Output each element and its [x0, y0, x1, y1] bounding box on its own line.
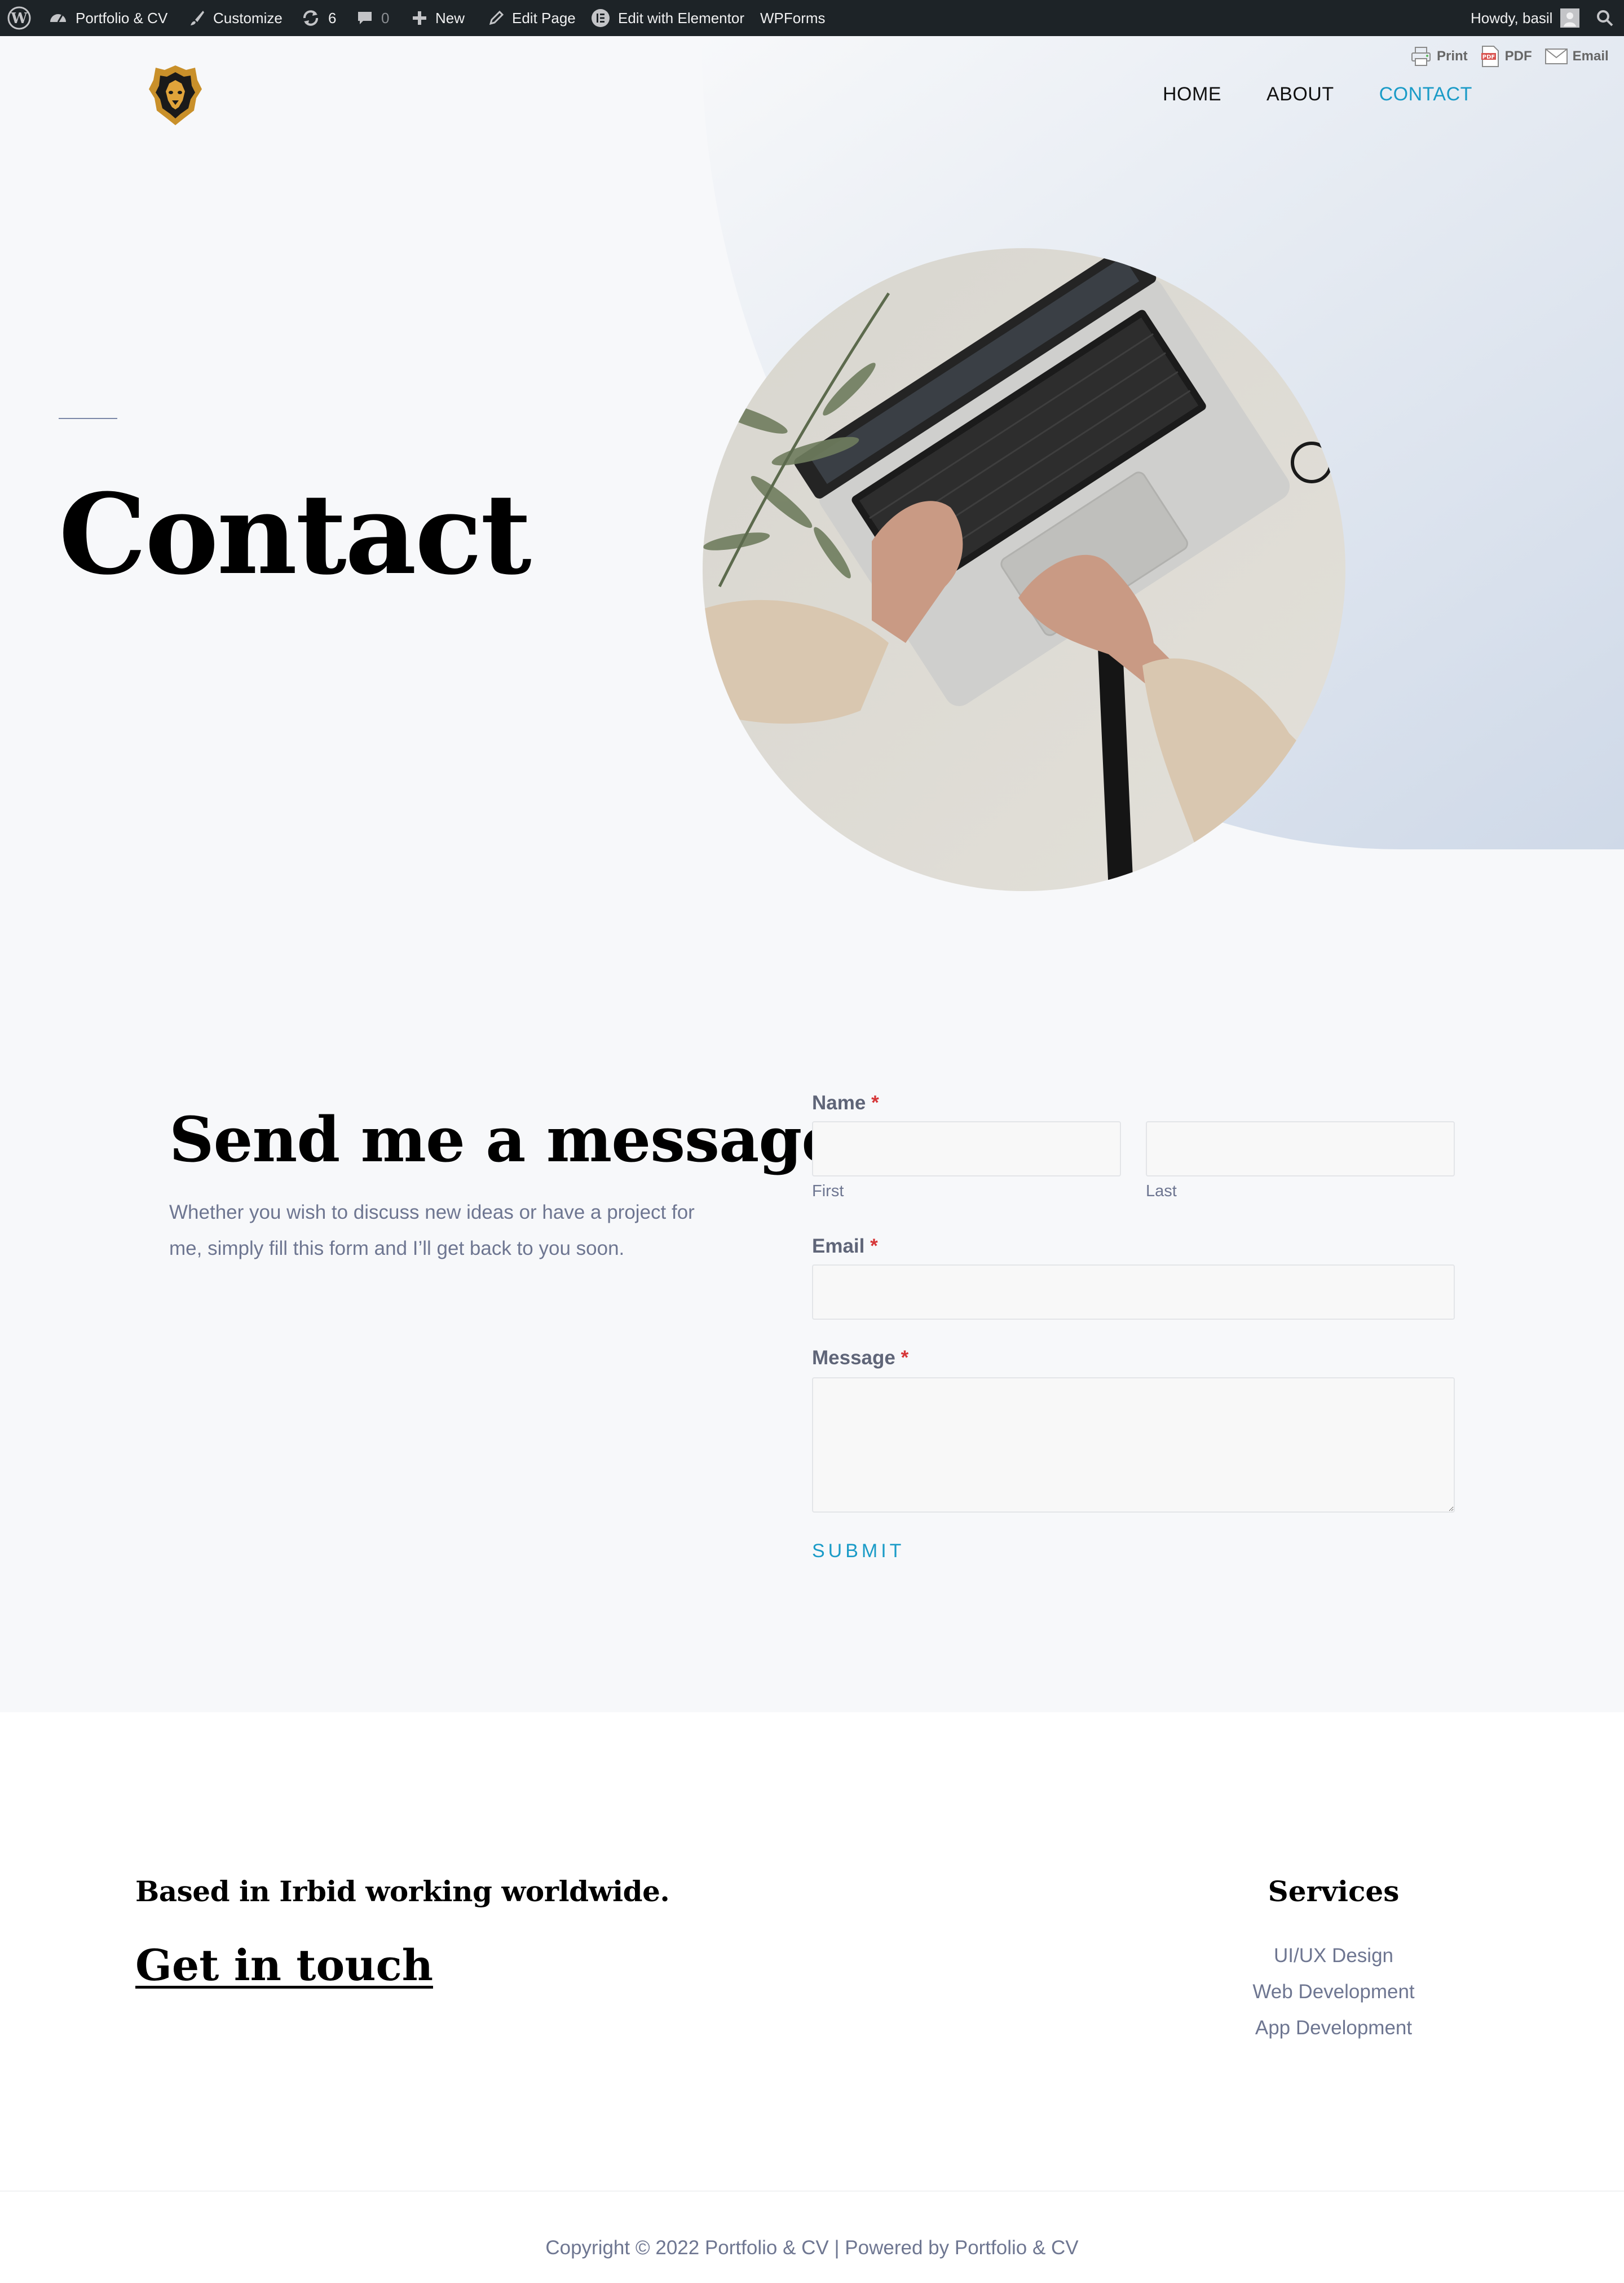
- admin-account[interactable]: Howdy, basil: [1471, 0, 1580, 36]
- admin-wpforms-label: WPForms: [760, 9, 826, 27]
- nav-home[interactable]: HOME: [1163, 83, 1221, 105]
- admin-search[interactable]: [1596, 0, 1614, 36]
- admin-new[interactable]: New: [412, 0, 465, 36]
- admin-elementor-label: Edit with Elementor: [618, 9, 744, 27]
- print-label: Print: [1437, 49, 1468, 64]
- pdf-icon: PDF: [1481, 46, 1499, 67]
- elementor-icon: [592, 9, 610, 27]
- admin-comments[interactable]: 0: [356, 0, 389, 36]
- admin-updates[interactable]: 6: [301, 0, 336, 36]
- site-logo[interactable]: [148, 63, 203, 126]
- nav-contact[interactable]: CONTACT: [1379, 83, 1472, 105]
- admin-new-label: New: [435, 9, 465, 27]
- admin-bar: W Portfolio & CV Customize 6 0 New Edit …: [0, 0, 1624, 36]
- last-name-sublabel: Last: [1146, 1182, 1177, 1200]
- email-label: Email: [1572, 49, 1609, 64]
- email-input[interactable]: [812, 1264, 1455, 1320]
- message-section-title: Send me a message: [169, 1103, 841, 1176]
- search-icon: [1597, 10, 1613, 27]
- admin-customize-label: Customize: [213, 9, 283, 27]
- services-list: UI/UX Design Web Development App Develop…: [1212, 1938, 1455, 2046]
- admin-wpforms[interactable]: WPForms: [760, 0, 826, 36]
- print-button[interactable]: Print: [1410, 45, 1468, 68]
- avatar: [1560, 8, 1580, 28]
- last-name-input[interactable]: [1146, 1121, 1455, 1176]
- admin-edit-page-label: Edit Page: [512, 9, 576, 27]
- admin-site-name-label: Portfolio & CV: [76, 9, 168, 27]
- email-button[interactable]: Email: [1544, 47, 1609, 65]
- service-item-web-dev: Web Development: [1252, 1981, 1415, 2003]
- submit-button[interactable]: SUBMIT: [812, 1540, 904, 1562]
- dashboard-icon: [50, 14, 66, 23]
- admin-site-name[interactable]: Portfolio & CV: [48, 0, 167, 36]
- admin-elementor[interactable]: Edit with Elementor: [591, 0, 744, 36]
- lion-logo-icon: [149, 65, 202, 125]
- hero-divider: [59, 418, 117, 419]
- name-required-mark: *: [871, 1092, 879, 1114]
- service-item-ui-ux: UI/UX Design: [1273, 1945, 1394, 1967]
- svg-text:PDF: PDF: [1482, 54, 1494, 60]
- service-item-app-dev: App Development: [1255, 2017, 1413, 2039]
- admin-updates-count: 6: [328, 9, 337, 27]
- services-title: Services: [1268, 1875, 1400, 1908]
- pdf-button[interactable]: PDF PDF: [1480, 45, 1532, 68]
- updates-icon: [303, 10, 318, 26]
- pencil-icon: [489, 10, 504, 25]
- main-nav: HOME ABOUT CONTACT: [1163, 83, 1472, 105]
- message-textarea[interactable]: [812, 1377, 1455, 1513]
- email-label-text: Email: [812, 1235, 865, 1257]
- envelope-icon: [1544, 49, 1568, 64]
- footer-tagline: Based in Irbid working worldwide.: [135, 1875, 670, 1908]
- message-label: Message *: [812, 1347, 908, 1369]
- name-label: Name *: [812, 1092, 879, 1114]
- wordpress-logo-icon[interactable]: W: [7, 0, 32, 36]
- first-name-sublabel: First: [812, 1182, 844, 1200]
- nav-about[interactable]: ABOUT: [1266, 83, 1334, 105]
- page-title: Contact: [59, 470, 532, 600]
- svg-text:W: W: [10, 10, 28, 27]
- pdf-label: PDF: [1504, 49, 1532, 64]
- get-in-touch-link[interactable]: Get in touch: [135, 1940, 433, 1990]
- admin-customize[interactable]: Customize: [188, 0, 283, 36]
- brush-icon: [191, 11, 204, 25]
- copyright-text: Copyright © 2022 Portfolio & CV | Powere…: [545, 2237, 1079, 2259]
- printer-icon: [1411, 47, 1431, 66]
- message-required-mark: *: [901, 1347, 909, 1369]
- plus-icon: [413, 11, 426, 25]
- message-section-description: Whether you wish to discuss new ideas or…: [169, 1201, 695, 1259]
- first-name-input[interactable]: [812, 1121, 1121, 1176]
- site-footer: Based in Irbid working worldwide. Get in…: [0, 1712, 1624, 2283]
- email-label-field: Email *: [812, 1235, 878, 1258]
- print-tools: Print PDF PDF Email: [1410, 45, 1609, 68]
- name-label-text: Name: [812, 1092, 866, 1114]
- admin-comments-count: 0: [381, 9, 390, 27]
- admin-edit-page[interactable]: Edit Page: [488, 0, 576, 36]
- message-label-text: Message: [812, 1347, 895, 1369]
- admin-howdy-label: Howdy, basil: [1471, 9, 1553, 27]
- hero-image: [703, 248, 1345, 891]
- footer-divider: [0, 2191, 1624, 2192]
- comment-icon: [358, 12, 372, 24]
- email-required-mark: *: [870, 1235, 878, 1257]
